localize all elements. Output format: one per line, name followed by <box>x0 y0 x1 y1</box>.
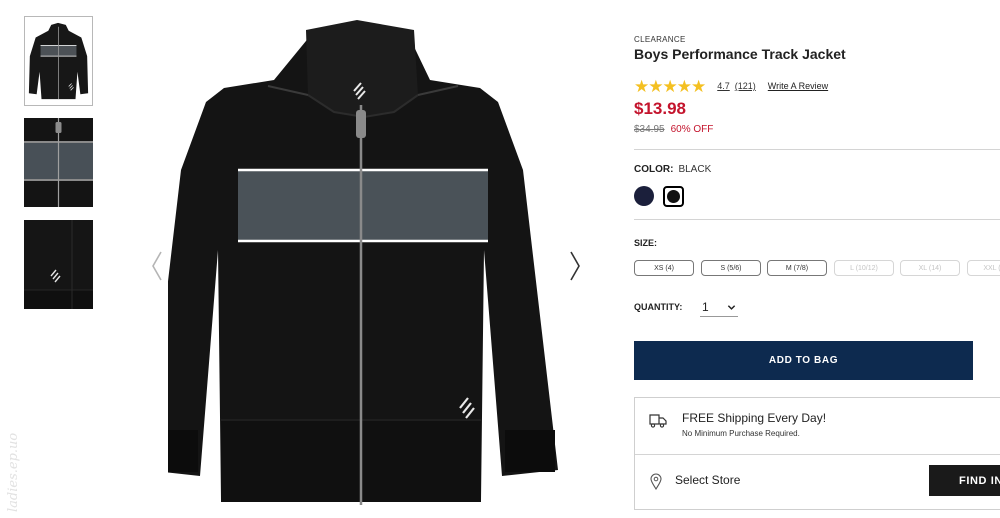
color-swatch-navy[interactable] <box>634 186 654 206</box>
quantity-value: 1 <box>702 300 709 314</box>
size-options: XS (4) S (5/6) M (7/8) L (10/12) XL (14)… <box>634 260 1000 277</box>
sale-price: $13.98 <box>634 99 686 118</box>
rating-value[interactable]: 4.7 <box>717 81 730 91</box>
size-option-l[interactable]: L (10/12) <box>834 260 894 276</box>
select-store-link[interactable]: Select Store <box>675 473 740 487</box>
size-option-xl[interactable]: XL (14) <box>900 260 960 276</box>
swatch-fill <box>667 190 680 203</box>
review-count-link[interactable]: (121) <box>735 81 756 91</box>
product-title: Boys Performance Track Jacket <box>634 46 846 62</box>
find-in-store-button[interactable]: FIND IN <box>929 465 1000 496</box>
shipping-box-icon <box>649 414 667 428</box>
rating-stars-icon: ★ ★ ★ ★ ★ <box>634 76 706 96</box>
color-swatch-black[interactable] <box>663 186 684 207</box>
chevron-down-icon <box>727 304 736 310</box>
price-details: $34.95 60% OFF <box>634 124 713 135</box>
selected-color: BLACK <box>678 164 712 175</box>
color-selector-label: COLOR: BLACK <box>634 164 711 175</box>
thumbnail-front[interactable] <box>24 16 93 106</box>
free-shipping-subtitle: No Minimum Purchase Required. <box>682 429 800 438</box>
product-main-image <box>168 0 568 518</box>
rating-row: ★ ★ ★ ★ ★ 4.7 (121) Write A Review <box>634 77 828 95</box>
watermark: ladies.ep.uo <box>2 394 26 514</box>
product-info-panel: CLEARANCE Boys Performance Track Jacket … <box>634 0 1000 518</box>
write-review-link[interactable]: Write A Review <box>768 81 828 91</box>
size-option-s[interactable]: S (5/6) <box>701 260 761 276</box>
location-pin-icon <box>650 473 662 490</box>
divider <box>634 149 1000 150</box>
thumbnail-detail-logo[interactable] <box>24 220 93 309</box>
next-image-arrow-icon[interactable] <box>565 246 585 286</box>
watermark-text: ladies.ep.uo <box>6 432 21 512</box>
divider <box>635 454 1000 455</box>
clearance-badge: CLEARANCE <box>634 35 686 44</box>
size-option-xs[interactable]: XS (4) <box>634 260 694 276</box>
add-to-bag-button[interactable]: ADD TO BAG <box>634 341 973 380</box>
thumbnail-detail-stripe[interactable] <box>24 118 93 207</box>
free-shipping-title: FREE Shipping Every Day! <box>682 411 827 425</box>
quantity-select[interactable]: 1 <box>700 298 738 317</box>
color-label: COLOR: <box>634 164 674 175</box>
size-option-xxl[interactable]: XXL (16) <box>967 260 1000 276</box>
discount-badge: 60% OFF <box>670 124 714 135</box>
original-price: $34.95 <box>634 124 665 135</box>
quantity-label: QUANTITY: <box>634 302 683 312</box>
fulfillment-box: FREE Shipping Every Day! No Minimum Purc… <box>634 397 1000 510</box>
previous-image-arrow-icon[interactable] <box>147 246 167 286</box>
divider <box>634 219 1000 220</box>
size-label: SIZE: <box>634 238 658 248</box>
size-option-m[interactable]: M (7/8) <box>767 260 827 276</box>
